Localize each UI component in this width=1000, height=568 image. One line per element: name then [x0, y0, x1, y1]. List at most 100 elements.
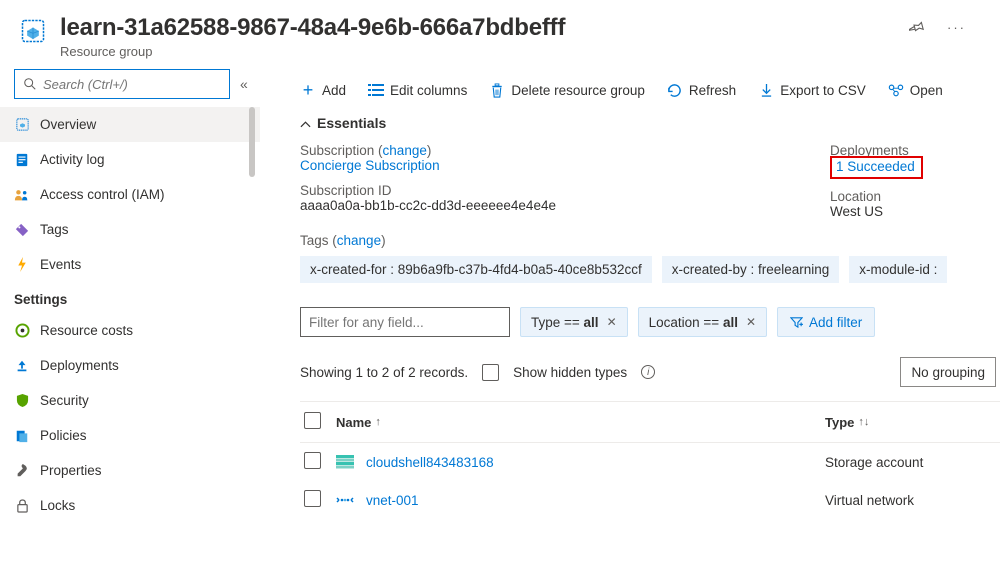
trash-icon: [489, 82, 505, 98]
chevron-up-icon: [300, 115, 311, 131]
command-bar: +Add Edit columns Delete resource group …: [300, 69, 1000, 111]
main-content: +Add Edit columns Delete resource group …: [260, 69, 1000, 568]
location-filter-pill[interactable]: Location == all✕: [638, 307, 767, 337]
page-title: learn-31a62588-9867-48a4-9e6b-666a7bdbef…: [60, 14, 897, 42]
nav-resource-costs[interactable]: Resource costs: [0, 313, 260, 348]
more-icon[interactable]: ···: [947, 20, 966, 39]
storage-icon: [336, 455, 354, 469]
delete-button[interactable]: Delete resource group: [489, 82, 645, 98]
sidebar-scrollbar[interactable]: [246, 107, 258, 568]
open-button[interactable]: Open: [888, 82, 943, 98]
lightning-icon: [14, 257, 30, 273]
plus-icon: +: [300, 82, 316, 98]
type-filter-pill[interactable]: Type == all✕: [520, 307, 628, 337]
tag-chip[interactable]: x-created-by : freelearning: [662, 256, 840, 283]
add-button[interactable]: +Add: [300, 82, 346, 98]
location-value: West US: [830, 204, 883, 219]
table-header: Name ↑ Type ↑↓: [300, 401, 1000, 443]
nav-label: Activity log: [40, 152, 105, 167]
essentials-toggle[interactable]: Essentials: [300, 115, 1000, 131]
nav-label: Tags: [40, 222, 69, 237]
shield-icon: [14, 393, 30, 409]
nav-activity-log[interactable]: Activity log: [0, 142, 260, 177]
subscription-value[interactable]: Concierge Subscription: [300, 158, 440, 173]
nav-events[interactable]: Events: [0, 247, 260, 282]
open-icon: [888, 82, 904, 98]
hidden-types-checkbox[interactable]: [482, 364, 499, 381]
table-row[interactable]: cloudshell843483168 Storage account: [300, 443, 1000, 481]
resource-name[interactable]: cloudshell843483168: [366, 455, 494, 470]
nav-deployments[interactable]: Deployments: [0, 348, 260, 383]
nav-properties[interactable]: Properties: [0, 453, 260, 488]
gauge-icon: [14, 323, 30, 339]
tag-icon: [14, 222, 30, 238]
select-all-checkbox[interactable]: [304, 412, 321, 429]
nav-overview[interactable]: Overview: [0, 107, 260, 142]
row-checkbox[interactable]: [304, 452, 321, 469]
page-header: learn-31a62588-9867-48a4-9e6b-666a7bdbef…: [0, 0, 1000, 69]
nav-label: Deployments: [40, 358, 119, 373]
nav-label: Locks: [40, 498, 75, 513]
nav-label: Events: [40, 257, 81, 272]
name-column-header[interactable]: Name ↑: [336, 415, 825, 430]
filter-icon: [790, 316, 803, 329]
nav-policies[interactable]: Policies: [0, 418, 260, 453]
nav-label: Policies: [40, 428, 87, 443]
nav-locks[interactable]: Locks: [0, 488, 260, 523]
nav-label: Overview: [40, 117, 96, 132]
change-subscription-link[interactable]: change: [383, 143, 427, 158]
nav-label: Properties: [40, 463, 102, 478]
nav-tags[interactable]: Tags: [0, 212, 260, 247]
tags-label: Tags (change): [300, 233, 386, 248]
deployments-link[interactable]: 1 Succeeded: [836, 159, 915, 174]
tag-chip[interactable]: x-module-id :: [849, 256, 947, 283]
resource-name[interactable]: vnet-001: [366, 493, 419, 508]
subid-value: aaaa0a0a-bb1b-cc2c-dd3d-eeeeee4e4e4e: [300, 198, 556, 213]
subscription-label: Subscription (change): [300, 143, 431, 158]
nav-access-control[interactable]: Access control (IAM): [0, 177, 260, 212]
deployments-highlight: 1 Succeeded: [830, 156, 923, 179]
hidden-types-label: Show hidden types: [513, 365, 627, 380]
log-icon: [14, 152, 30, 168]
tag-chip[interactable]: x-created-for : 89b6a9fb-c37b-4fd4-b0a5-…: [300, 256, 652, 283]
records-count: Showing 1 to 2 of 2 records.: [300, 365, 468, 380]
search-input[interactable]: [14, 69, 230, 99]
type-column-header[interactable]: Type ↑↓: [825, 415, 1000, 430]
resource-group-icon: [18, 16, 48, 46]
nav-label: Resource costs: [40, 323, 133, 338]
columns-icon: [368, 82, 384, 98]
subid-label: Subscription ID: [300, 183, 392, 198]
vnet-icon: [336, 493, 354, 507]
pin-icon[interactable]: [909, 20, 925, 39]
page-subtitle: Resource group: [60, 44, 897, 59]
collapse-icon[interactable]: «: [236, 72, 252, 96]
edit-columns-button[interactable]: Edit columns: [368, 82, 467, 98]
grouping-select[interactable]: No grouping: [900, 357, 996, 387]
nav-security[interactable]: Security: [0, 383, 260, 418]
policy-icon: [14, 428, 30, 444]
refresh-button[interactable]: Refresh: [667, 82, 736, 98]
row-checkbox[interactable]: [304, 490, 321, 507]
table-row[interactable]: vnet-001 Virtual network: [300, 481, 1000, 519]
resource-type: Virtual network: [825, 493, 1000, 508]
close-icon[interactable]: ✕: [607, 315, 617, 329]
settings-header: Settings: [0, 282, 260, 313]
resource-type: Storage account: [825, 455, 1000, 470]
search-icon: [23, 77, 37, 91]
close-icon[interactable]: ✕: [746, 315, 756, 329]
filter-input[interactable]: [300, 307, 510, 337]
refresh-icon: [667, 82, 683, 98]
nav-label: Access control (IAM): [40, 187, 165, 202]
upload-icon: [14, 358, 30, 374]
location-label: Location: [830, 189, 881, 204]
info-icon[interactable]: i: [641, 365, 655, 379]
sidebar: « Overview Activity log Access control (…: [0, 69, 260, 568]
wrench-icon: [14, 463, 30, 479]
export-button[interactable]: Export to CSV: [758, 82, 866, 98]
lock-icon: [14, 498, 30, 514]
sort-icon: ↑: [375, 416, 381, 428]
add-filter-button[interactable]: Add filter: [777, 307, 875, 337]
people-icon: [14, 187, 30, 203]
change-tags-link[interactable]: change: [337, 233, 381, 248]
cube-icon: [14, 117, 30, 133]
